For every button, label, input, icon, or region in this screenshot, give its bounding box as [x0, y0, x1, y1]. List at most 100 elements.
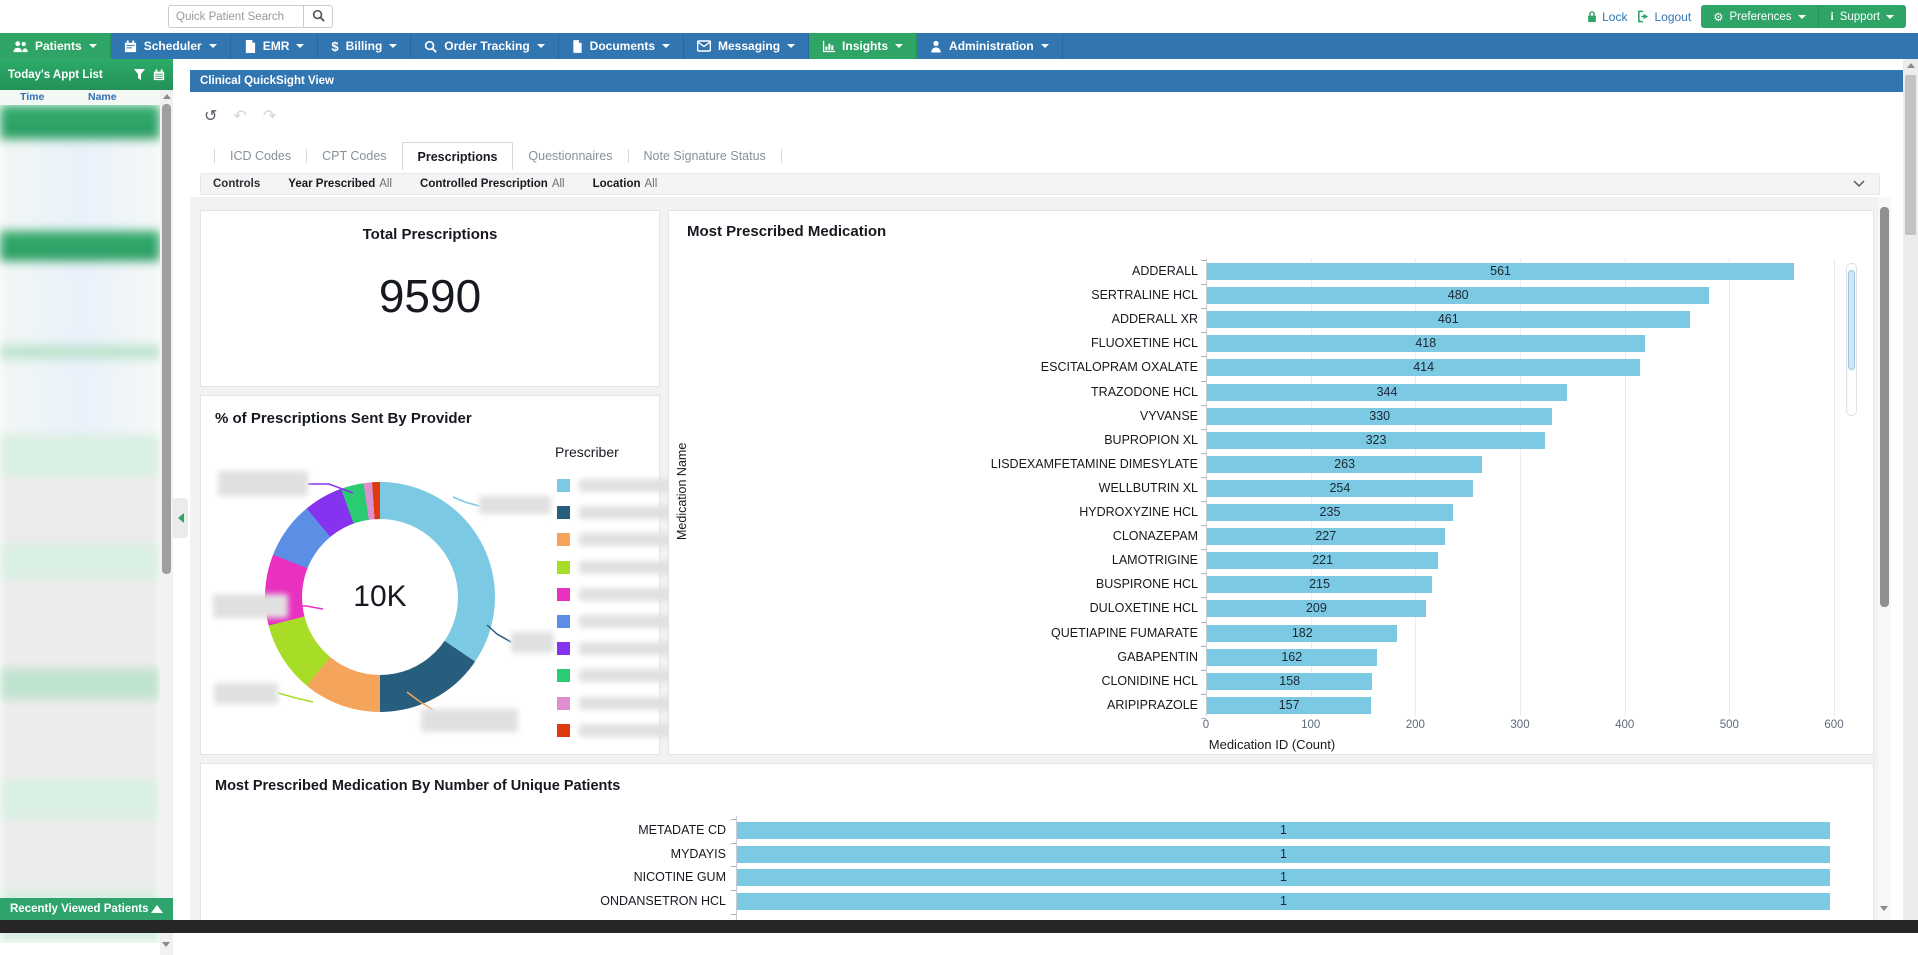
reset-icon[interactable]: ↺ [204, 106, 217, 126]
chart-scrollbar[interactable] [1846, 263, 1857, 416]
axis-tick [1201, 429, 1206, 430]
lock-button[interactable]: Lock [1586, 10, 1627, 24]
appt-list-redacted [0, 105, 160, 943]
bar-category-label: BUPROPION XL [1104, 433, 1198, 447]
search-input[interactable] [168, 5, 304, 28]
recently-viewed-label: Recently Viewed Patients [10, 903, 148, 915]
bar-value-label: 480 [1207, 288, 1709, 302]
preferences-button[interactable]: ⚙ Preferences [1701, 5, 1817, 28]
axis-tick [1201, 694, 1206, 695]
axis-tick [1201, 308, 1206, 309]
redacted-appt-row [0, 477, 160, 543]
legend-swatch [557, 479, 570, 492]
bar-value-label: 414 [1207, 360, 1640, 374]
search-icon [312, 9, 325, 25]
logout-button[interactable]: Logout [1637, 10, 1691, 24]
chevron-down-icon [389, 44, 397, 48]
window-scrollbar-thumb[interactable] [1905, 75, 1916, 235]
filter-year-prescribed[interactable]: Year PrescribedAll [288, 178, 392, 190]
bar-category-label: METADATE CD [638, 823, 726, 837]
nav-administration[interactable]: Administration [917, 33, 1063, 59]
unique-patients-chart-card: Most Prescribed Medication By Number of … [200, 763, 1874, 933]
callout-label-redacted [479, 496, 551, 514]
redacted-appt-row [0, 819, 160, 889]
filter-icon[interactable] [134, 69, 145, 80]
redacted-appt-row [0, 139, 160, 231]
logout-label: Logout [1654, 10, 1691, 24]
filter-controlled-prescription[interactable]: Controlled PrescriptionAll [420, 178, 565, 190]
redacted-appt-row [0, 435, 160, 477]
window-scrollbar[interactable] [1903, 59, 1918, 920]
scroll-down-icon[interactable] [162, 942, 170, 947]
chevron-down-icon [895, 44, 903, 48]
scroll-up-icon[interactable] [1907, 63, 1915, 68]
x-tick-label: 300 [1500, 719, 1540, 731]
tab-questionnaires[interactable]: Questionnaires [513, 142, 627, 170]
dashboard-scrollbar-thumb[interactable] [1880, 207, 1889, 607]
scroll-up-icon[interactable] [163, 94, 171, 99]
undo-icon[interactable]: ↶ [233, 106, 246, 126]
axis-tick [1201, 501, 1206, 502]
most-prescribed-medication-card: Most Prescribed Medication Medication Na… [668, 210, 1874, 755]
chevron-down-icon [787, 44, 795, 48]
tab-prescriptions[interactable]: Prescriptions [402, 142, 514, 170]
bar-category-label: LISDEXAMFETAMINE DIMESYLATE [991, 457, 1198, 471]
legend-swatch [557, 533, 570, 546]
callout-label-redacted [218, 471, 308, 496]
nav-documents[interactable]: Documents [559, 33, 684, 59]
nav-order-tracking[interactable]: Order Tracking [411, 33, 558, 59]
kpi-value: 9590 [201, 269, 659, 323]
redacted-appt-row [0, 261, 160, 345]
bar-value-label: 235 [1207, 505, 1453, 519]
redacted-appt-row [0, 579, 160, 669]
sidebar-scrollbar-thumb[interactable] [162, 104, 171, 574]
bar-value-label: 461 [1207, 312, 1690, 326]
legend-swatch [557, 506, 570, 519]
gear-icon: ⚙ [1713, 10, 1723, 24]
filter-location[interactable]: LocationAll [593, 178, 658, 190]
chevron-down-icon [89, 44, 97, 48]
axis-tick [1201, 356, 1206, 357]
legend-swatch [557, 724, 570, 737]
top-bar: Lock Logout ⚙ Preferences i Support [0, 0, 1918, 33]
quicksight-tabs: ICD CodesCPT CodesPrescriptionsQuestionn… [214, 142, 782, 170]
tab-note-signature-status[interactable]: Note Signature Status [629, 142, 781, 170]
redo-icon[interactable]: ↷ [263, 106, 276, 126]
tab-icd-codes[interactable]: ICD Codes [215, 142, 306, 170]
nav-emr[interactable]: EMR [231, 33, 319, 59]
emr-icon [244, 40, 256, 53]
legend-swatch [557, 561, 570, 574]
axis-tick [1201, 453, 1206, 454]
recently-viewed-patients-bar[interactable]: Recently Viewed Patients [0, 898, 173, 920]
gridline [1729, 259, 1730, 716]
bar-category-label: DULOXETINE HCL [1090, 601, 1198, 615]
tab-cpt-codes[interactable]: CPT Codes [307, 142, 401, 170]
nav-messaging[interactable]: Messaging [684, 33, 809, 59]
controls-chevron-icon[interactable] [1853, 180, 1865, 188]
legend-swatch [557, 588, 570, 601]
legend-swatch [557, 669, 570, 682]
dashboard: Total Prescriptions 9590 % of Prescripti… [190, 197, 1878, 920]
bar-category-label: QUETIAPINE FUMARATE [1051, 626, 1198, 640]
dashboard-scrollbar[interactable] [1878, 197, 1891, 920]
bar-category-label: MYDAYIS [671, 847, 726, 861]
nav-insights[interactable]: Insights [809, 33, 917, 59]
bar-value-label: 162 [1207, 650, 1377, 664]
nav-billing[interactable]: $Billing [318, 33, 411, 59]
sidebar-scrollbar[interactable] [160, 90, 173, 955]
nav-scheduler[interactable]: Scheduler [111, 33, 231, 59]
chart-scrollbar-thumb[interactable] [1848, 270, 1855, 370]
sidebar-collapse-handle[interactable] [173, 498, 188, 538]
appt-list-header: Today's Appt List [0, 59, 173, 90]
axis-tick [1201, 549, 1206, 550]
scroll-down-icon[interactable] [1880, 906, 1888, 911]
bar-value-label: 1 [737, 847, 1830, 861]
nav-patients[interactable]: Patients [0, 33, 111, 59]
support-button[interactable]: i Support [1818, 5, 1906, 28]
bar-category-label: CLONIDINE HCL [1101, 674, 1198, 688]
calendar-icon[interactable] [153, 69, 165, 81]
controls-bar: Controls Year PrescribedAllControlled Pr… [200, 173, 1880, 195]
axis-tick [1201, 260, 1206, 261]
search-button[interactable] [304, 5, 333, 28]
chevron-down-icon [1886, 15, 1894, 19]
